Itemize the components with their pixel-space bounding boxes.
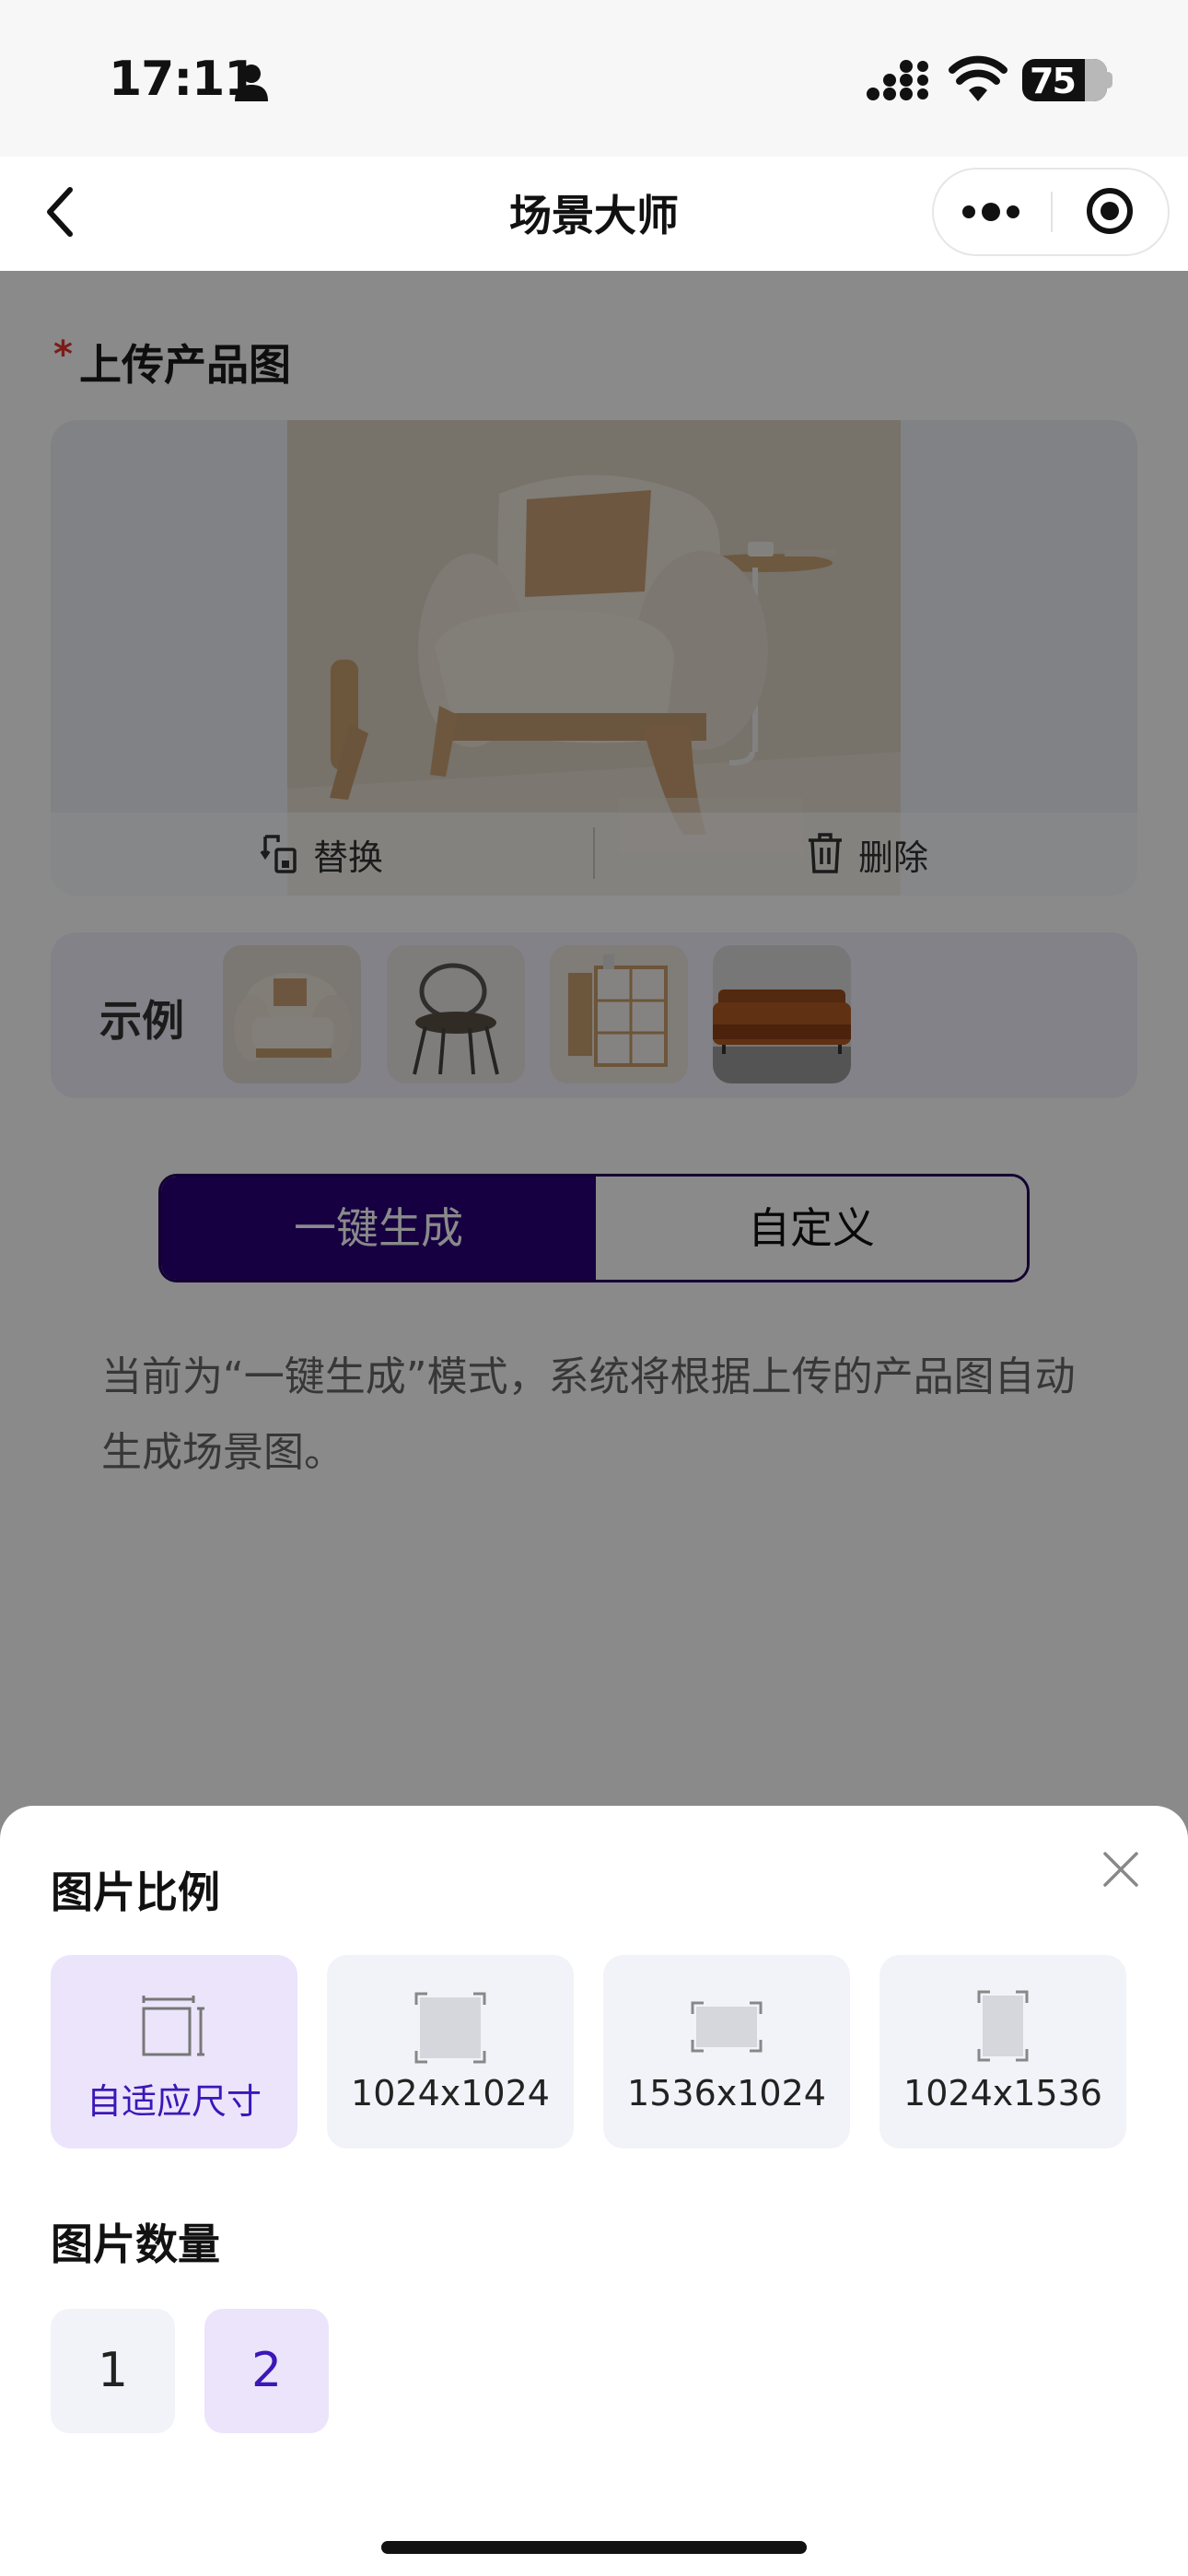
battery-indicator: 75 — [1022, 59, 1107, 101]
ratio-label: 1536x1024 — [627, 2073, 826, 2113]
home-indicator[interactable] — [381, 2541, 807, 2554]
more-dots-icon[interactable] — [960, 193, 1022, 230]
cellular-signal-icon — [867, 60, 928, 100]
landscape-ratio-icon — [691, 2001, 763, 2053]
adaptive-size-icon — [142, 1996, 204, 2056]
ratio-label: 1024x1536 — [903, 2073, 1102, 2113]
ratio-option-1024x1024[interactable]: 1024x1024 — [327, 1955, 574, 2149]
ratio-title: 图片比例 — [51, 1868, 220, 1917]
ratio-label: 自适应尺寸 — [86, 2081, 262, 2122]
wifi-icon — [949, 55, 1007, 101]
square-ratio-icon — [414, 1992, 486, 2064]
capsule-divider — [1051, 192, 1053, 232]
close-program-target-icon[interactable] — [1085, 186, 1135, 236]
settings-sheet — [0, 1806, 1188, 2576]
person-icon — [235, 64, 268, 101]
count-option-1[interactable]: 1 — [51, 2309, 175, 2433]
ratio-option-1024x1536[interactable]: 1024x1536 — [879, 1955, 1126, 2149]
count-option-2[interactable]: 2 — [204, 2309, 329, 2433]
battery-cap — [1105, 72, 1112, 88]
portrait-ratio-icon — [977, 1990, 1029, 2062]
count-title: 图片数量 — [51, 2219, 220, 2269]
battery-level: 75 — [1030, 61, 1077, 101]
ratio-label: 1024x1024 — [351, 2073, 550, 2113]
close-icon[interactable] — [1101, 1850, 1140, 1889]
ratio-option-adaptive[interactable]: 自适应尺寸 — [51, 1955, 297, 2149]
ratio-option-1536x1024[interactable]: 1536x1024 — [603, 1955, 850, 2149]
